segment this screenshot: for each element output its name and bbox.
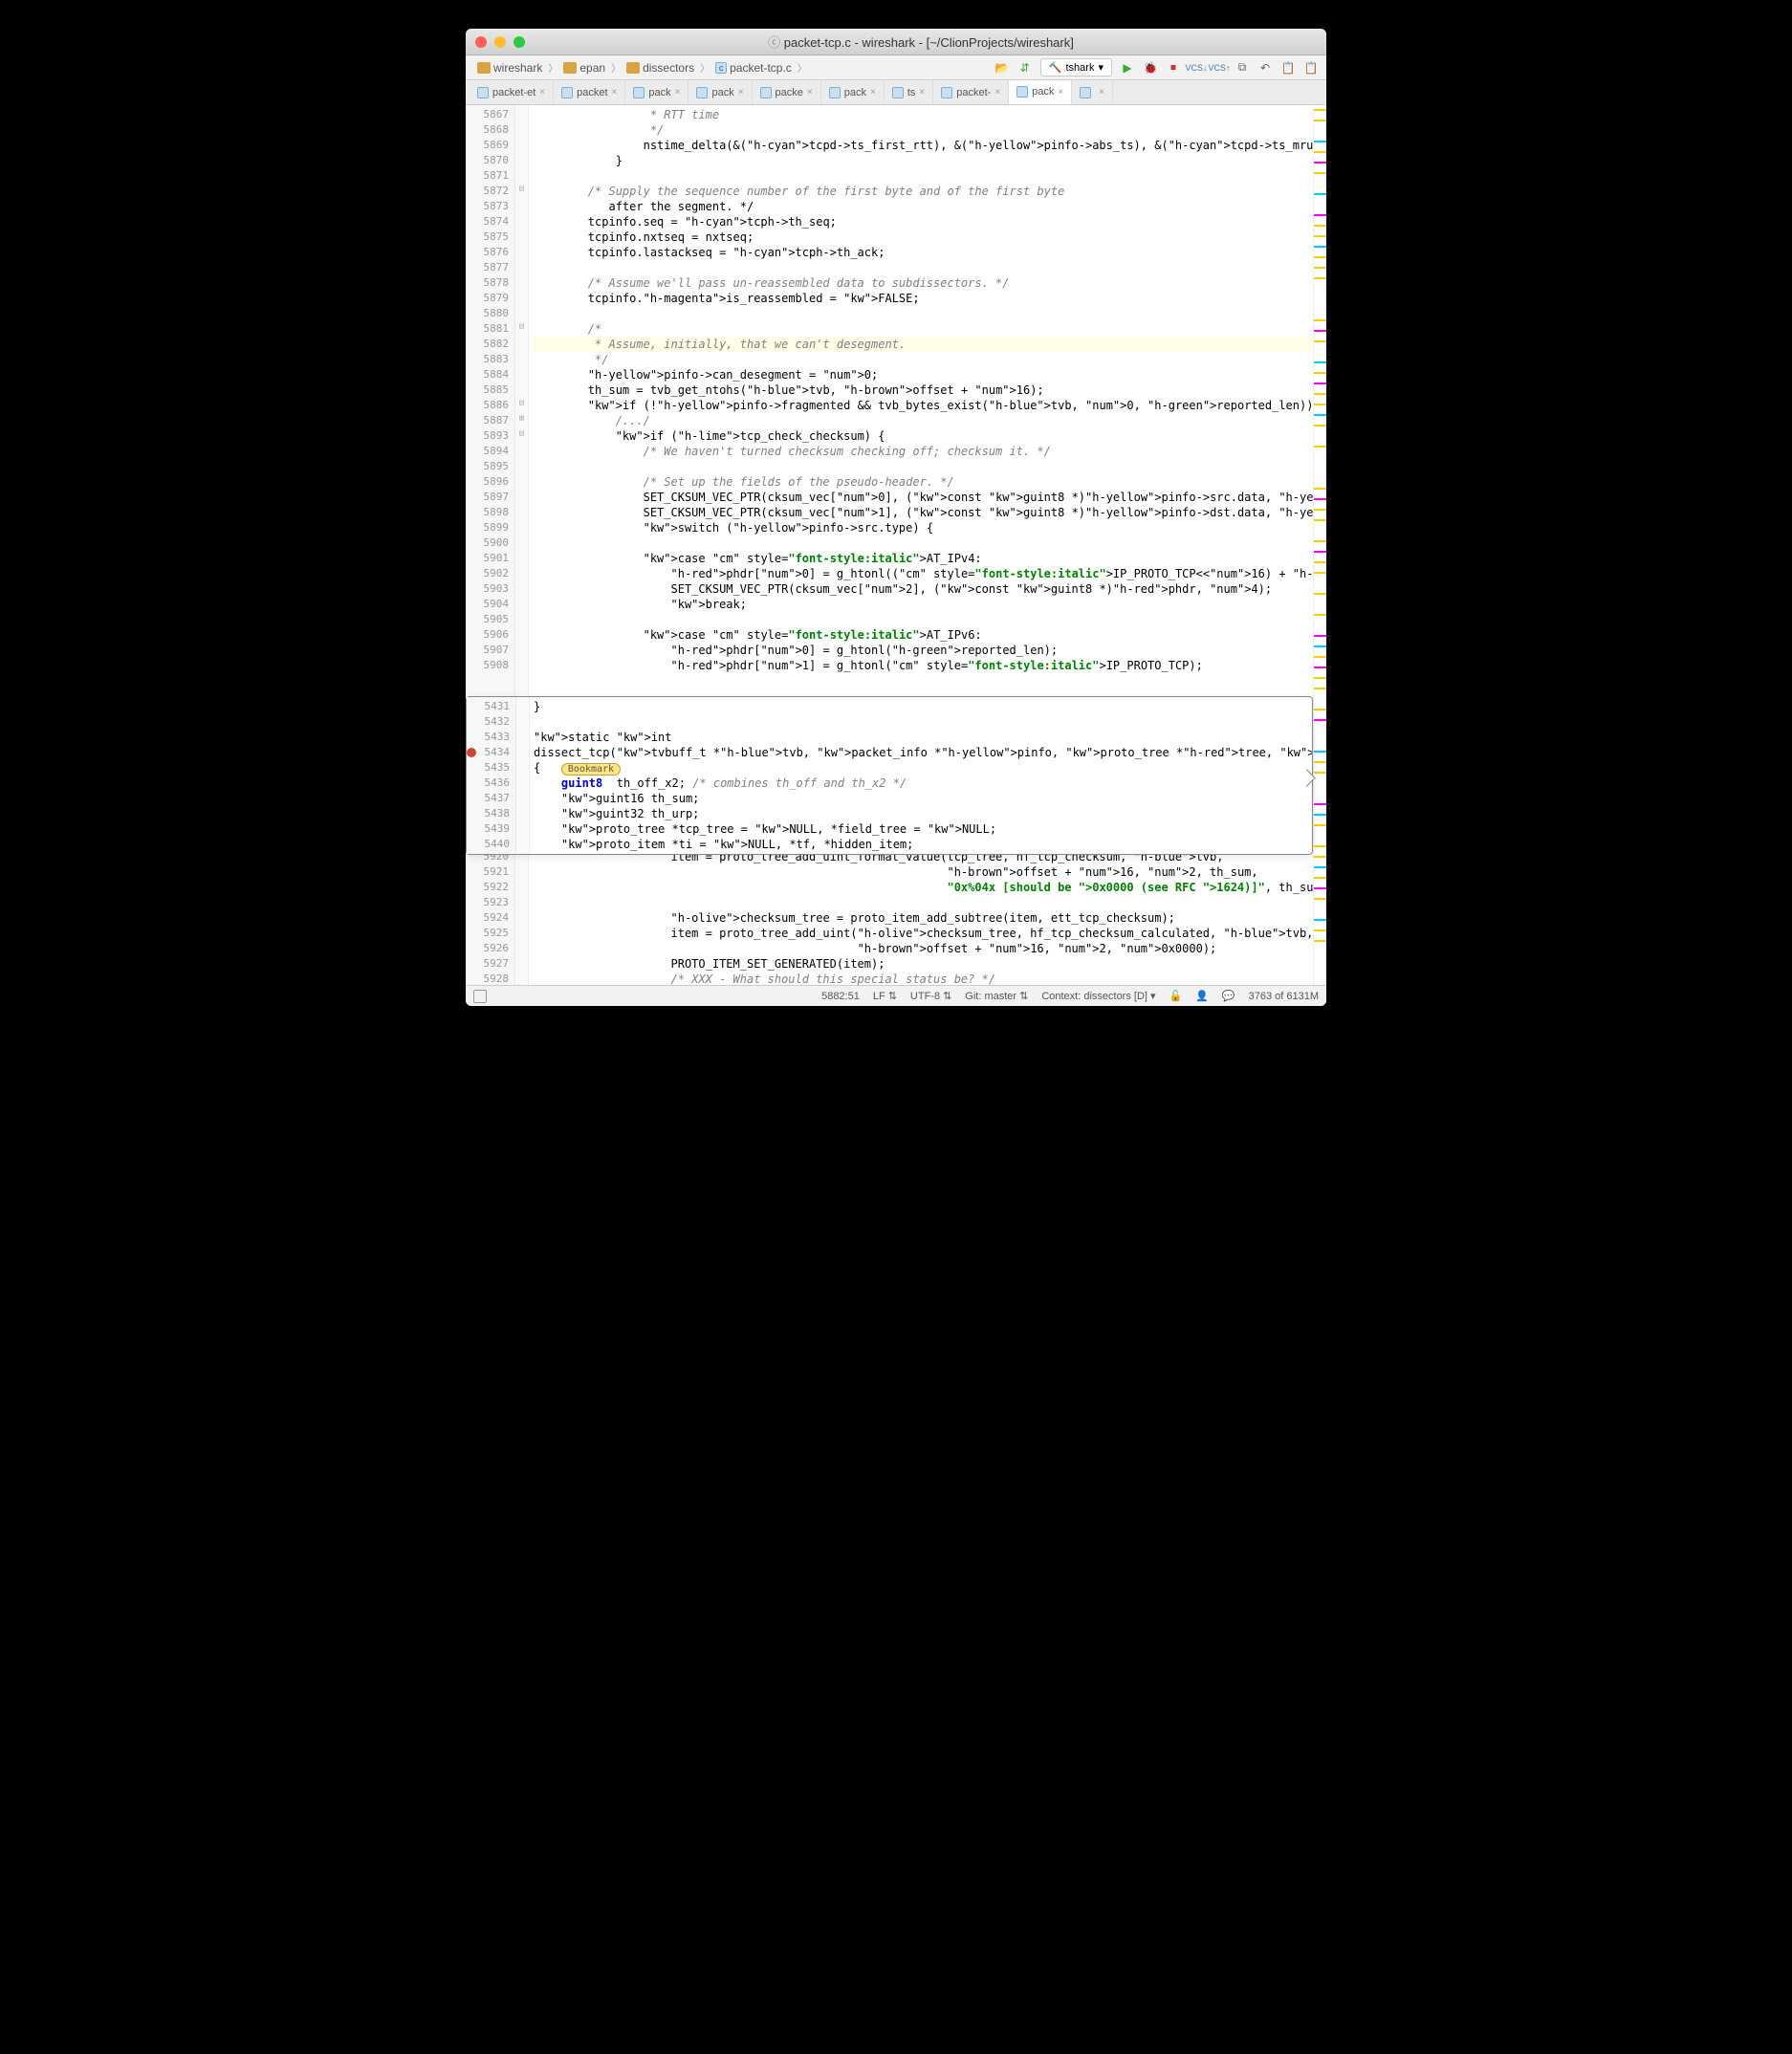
c-file-icon [760, 87, 772, 98]
c-file-icon [1016, 86, 1028, 98]
lock-icon[interactable]: 🔓 [1169, 990, 1183, 1002]
tab[interactable]: ts× [885, 80, 933, 104]
close-icon[interactable]: × [1099, 87, 1104, 98]
nav-toolbar: wireshark〉 epan〉 dissectors〉 cpacket-tcp… [466, 55, 1326, 80]
minimize-window-button[interactable] [494, 36, 506, 48]
c-file-icon [633, 87, 645, 98]
file-encoding[interactable]: UTF-8 ⇅ [910, 990, 951, 1002]
tab-active[interactable]: pack× [1009, 80, 1072, 105]
line-number-gutter[interactable]: 5431543254335434543554365437543854395440 [467, 697, 516, 854]
run-config-dropdown[interactable]: 🔨 tshark ▾ [1040, 58, 1112, 76]
c-file-icon [696, 87, 708, 98]
close-icon[interactable]: × [994, 87, 1000, 98]
c-file-icon [1080, 87, 1091, 98]
close-icon[interactable]: × [612, 87, 618, 98]
close-icon[interactable]: × [1058, 87, 1063, 98]
folder-icon [626, 62, 640, 74]
tab[interactable]: pack× [625, 80, 688, 104]
breadcrumb-item[interactable]: epan [559, 59, 609, 76]
context-popup: 5431543254335434543554365437543854395440… [466, 696, 1313, 855]
chevron-right-icon: 〉 [798, 60, 807, 75]
open-file-icon[interactable]: 📂 [994, 60, 1010, 76]
breadcrumb-item[interactable]: cpacket-tcp.c [711, 59, 796, 76]
folder-icon [563, 62, 577, 74]
cursor-position[interactable]: 5882:51 [821, 991, 860, 1002]
stop-icon[interactable]: ⏹ [1166, 60, 1181, 76]
close-icon[interactable]: × [919, 87, 925, 98]
context[interactable]: Context: dissectors [D] ▾ [1041, 990, 1155, 1002]
close-window-button[interactable] [475, 36, 487, 48]
tab[interactable]: × [1072, 80, 1113, 104]
clipboard-icon[interactable]: 📋 [1280, 60, 1296, 76]
editor-tabs: packet-et× packet× pack× pack× packe× pa… [466, 80, 1326, 105]
tab[interactable]: packet× [554, 80, 625, 104]
code-editor[interactable]: 5867586858695870587158725873587458755876… [466, 105, 1326, 985]
tab[interactable]: packe× [753, 80, 821, 104]
debug-icon[interactable]: 🐞 [1143, 60, 1158, 76]
notifications-icon[interactable]: 💬 [1222, 990, 1235, 1002]
vcs-commit-icon[interactable]: VCS↑ [1212, 60, 1227, 76]
tab[interactable]: pack× [821, 80, 885, 104]
zoom-window-button[interactable] [514, 36, 525, 48]
ide-window: ⓒ packet-tcp.c - wireshark - [~/ClionPro… [466, 29, 1326, 1006]
c-file-icon: c [715, 62, 727, 74]
chevron-right-icon: 〉 [548, 60, 557, 75]
sync-icon[interactable]: ⇵ [1017, 60, 1033, 76]
code-area[interactable]: }"kw">static "kw">intdissect_tcp("kw">tv… [530, 697, 1312, 854]
memory-indicator[interactable]: 3763 of 6131M [1249, 991, 1319, 1002]
chevron-right-icon: 〉 [700, 60, 710, 75]
close-icon[interactable]: × [870, 87, 876, 98]
error-stripe[interactable] [1313, 105, 1326, 985]
vcs-update-icon[interactable]: VCS↓ [1189, 60, 1204, 76]
git-branch[interactable]: Git: master ⇅ [965, 990, 1028, 1002]
tool-window-icon[interactable] [473, 990, 487, 1003]
window-title: ⓒ packet-tcp.c - wireshark - [~/ClionPro… [525, 33, 1317, 51]
close-icon[interactable]: × [539, 87, 545, 98]
close-icon[interactable]: × [738, 87, 744, 98]
revert-icon[interactable]: ↶ [1257, 60, 1273, 76]
tab[interactable]: pack× [688, 80, 752, 104]
status-bar: 5882:51 LF ⇅ UTF-8 ⇅ Git: master ⇅ Conte… [466, 985, 1326, 1006]
inspector-icon[interactable]: 👤 [1195, 990, 1209, 1002]
c-file-icon [941, 87, 952, 98]
c-file-icon [561, 87, 573, 98]
traffic-lights [475, 36, 525, 48]
chevron-right-icon: 〉 [611, 60, 621, 75]
compare-icon[interactable]: ⧉ [1235, 60, 1250, 76]
c-file-icon [892, 87, 904, 98]
breadcrumb-item[interactable]: wireshark [473, 59, 546, 76]
c-file-icon [477, 87, 489, 98]
close-icon[interactable]: × [675, 87, 681, 98]
line-separator[interactable]: LF ⇅ [873, 990, 897, 1002]
breadcrumb-item[interactable]: dissectors [623, 59, 698, 76]
run-icon[interactable]: ▶ [1120, 60, 1135, 76]
folder-icon [477, 62, 491, 74]
close-icon[interactable]: × [807, 87, 813, 98]
fold-column[interactable] [516, 697, 530, 854]
tab[interactable]: packet-et× [470, 80, 554, 104]
c-file-icon [829, 87, 841, 98]
tab[interactable]: packet-× [933, 80, 1009, 104]
clipboard2-icon[interactable]: 📋 [1303, 60, 1319, 76]
titlebar: ⓒ packet-tcp.c - wireshark - [~/ClionPro… [466, 29, 1326, 55]
